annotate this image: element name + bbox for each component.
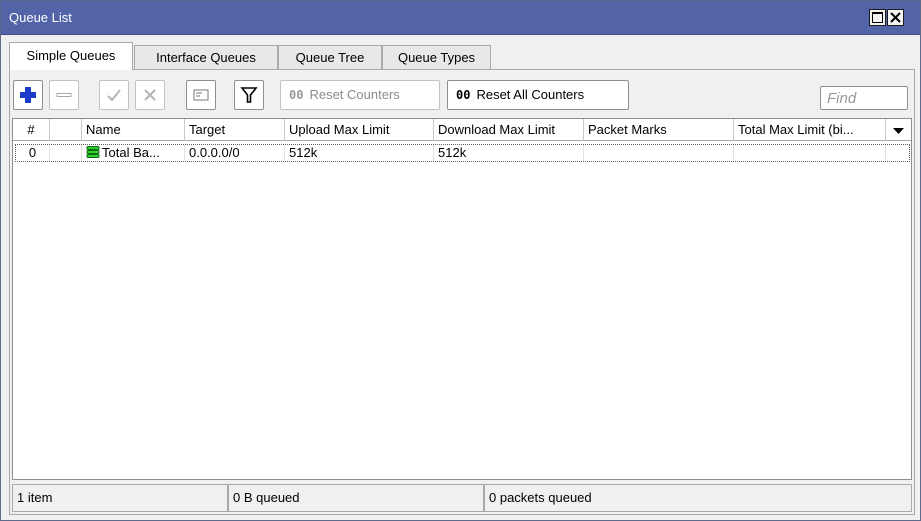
remove-button[interactable] <box>49 80 79 110</box>
column-menu-button[interactable] <box>886 119 911 141</box>
maximize-button[interactable] <box>869 9 886 26</box>
reset-counters-button[interactable]: 00 Reset Counters <box>280 80 440 110</box>
filter-button[interactable] <box>234 80 264 110</box>
table-row[interactable]: 0 Total Ba... 0.0.0.0/0 512k 512k <box>15 144 910 162</box>
column-header-total-max-limit[interactable]: Total Max Limit (bi... <box>734 119 886 141</box>
disable-button[interactable] <box>135 80 165 110</box>
comment-button[interactable] <box>186 80 216 110</box>
status-bytes-queued: 0 B queued <box>228 484 484 512</box>
x-icon <box>144 89 156 101</box>
filter-icon <box>240 87 258 103</box>
title-bar[interactable]: Queue List <box>1 1 920 35</box>
dropdown-arrow-icon <box>893 128 904 134</box>
row-upload-max-limit: 512k <box>285 145 434 161</box>
reset-all-counters-button[interactable]: 00 Reset All Counters <box>447 80 629 110</box>
tab-queue-tree[interactable]: Queue Tree <box>278 45 382 70</box>
enable-button[interactable] <box>99 80 129 110</box>
reset-all-counters-label: Reset All Counters <box>476 87 585 102</box>
row-download-max-limit: 512k <box>434 145 584 161</box>
column-header-number[interactable]: # <box>13 119 50 141</box>
add-button[interactable] <box>13 80 43 110</box>
column-header-name[interactable]: Name <box>82 119 185 141</box>
queue-list-window: Queue List Simple Queues Interface Queue… <box>0 0 921 521</box>
row-target: 0.0.0.0/0 <box>185 145 285 161</box>
status-bar: 1 item 0 B queued 0 packets queued <box>12 484 912 512</box>
window-title: Queue List <box>9 10 72 25</box>
tab-simple-queues[interactable]: Simple Queues <box>9 42 133 70</box>
plus-icon <box>20 87 36 103</box>
column-header-target[interactable]: Target <box>185 119 285 141</box>
table-header: # Name Target Upload Max Limit Download … <box>13 119 911 141</box>
row-flag <box>50 145 82 161</box>
column-header-packet-marks[interactable]: Packet Marks <box>584 119 734 141</box>
close-button[interactable] <box>887 9 904 26</box>
row-number: 0 <box>16 145 50 161</box>
find-input[interactable] <box>820 86 908 110</box>
queue-table: # Name Target Upload Max Limit Download … <box>12 118 912 480</box>
comment-icon <box>193 89 209 101</box>
column-header-flags[interactable] <box>50 119 82 141</box>
status-packets-queued: 0 packets queued <box>484 484 912 512</box>
row-total-max-limit <box>734 145 886 161</box>
check-icon <box>107 89 121 102</box>
tab-interface-queues[interactable]: Interface Queues <box>134 45 278 70</box>
reset-counters-label: Reset Counters <box>309 87 400 102</box>
counter-reset-icon: 00 <box>289 88 304 102</box>
close-icon <box>890 12 901 23</box>
row-name-label: Total Ba... <box>102 145 160 160</box>
simple-queues-panel: 00 Reset Counters 00 Reset All Counters # … <box>9 69 915 515</box>
column-header-download-max-limit[interactable]: Download Max Limit <box>434 119 584 141</box>
simple-queue-icon <box>86 146 100 158</box>
minus-icon <box>56 93 72 97</box>
column-header-upload-max-limit[interactable]: Upload Max Limit <box>285 119 434 141</box>
status-item-count: 1 item <box>12 484 228 512</box>
row-name: Total Ba... <box>82 145 185 161</box>
counter-reset-all-icon: 00 <box>456 88 471 102</box>
tab-queue-types[interactable]: Queue Types <box>382 45 491 70</box>
row-packet-marks <box>584 145 734 161</box>
